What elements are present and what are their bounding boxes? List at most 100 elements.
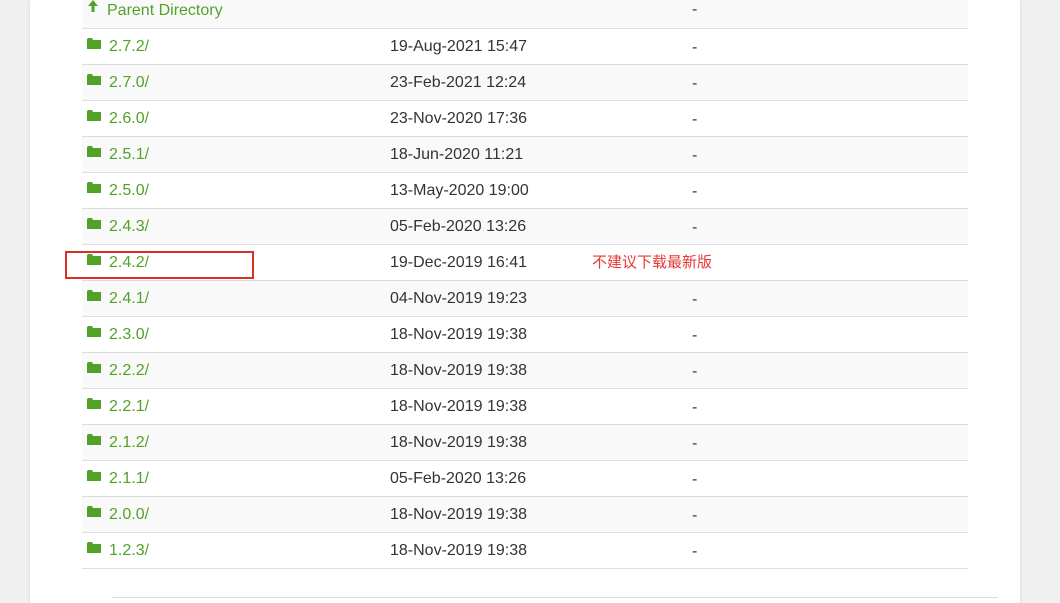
folder-link[interactable]: 2.4.1/ xyxy=(87,290,149,307)
folder-link[interactable]: 2.1.1/ xyxy=(87,470,149,487)
folder-icon xyxy=(87,315,101,350)
table-row: 2.4.1/04-Nov-2019 19:23 - xyxy=(82,281,968,317)
folder-icon xyxy=(87,423,101,458)
folder-name: 2.1.1/ xyxy=(109,470,150,487)
folder-link[interactable]: 2.4.2/ xyxy=(87,254,149,271)
folder-icon xyxy=(87,63,101,98)
folder-name-cell: 1.2.3/ xyxy=(87,533,149,568)
modified-date: 18-Nov-2019 19:38 xyxy=(390,434,527,451)
arrow-up-icon xyxy=(87,0,99,20)
table-row: 2.2.1/18-Nov-2019 19:38 - xyxy=(82,389,968,425)
folder-name-cell: 2.7.2/ xyxy=(87,29,149,64)
folder-icon xyxy=(87,135,101,170)
folder-name-cell: 2.4.2/ xyxy=(87,245,149,280)
table-row: 2.5.0/13-May-2020 19:00 - xyxy=(82,173,968,209)
folder-link[interactable]: 2.2.2/ xyxy=(87,362,149,379)
folder-icon xyxy=(87,387,101,422)
folder-name-cell: 2.4.3/ xyxy=(87,209,149,244)
folder-name-cell: 2.1.2/ xyxy=(87,425,149,460)
folder-name: 2.3.0/ xyxy=(109,326,150,343)
folder-link[interactable]: 2.6.0/ xyxy=(87,110,149,127)
folder-icon xyxy=(87,351,101,386)
folder-link[interactable]: 2.4.3/ xyxy=(87,218,149,235)
folder-icon xyxy=(87,495,101,530)
table-row: 2.1.2/18-Nov-2019 19:38 - xyxy=(82,425,968,461)
modified-date: 18-Nov-2019 19:38 xyxy=(390,506,527,523)
folder-name-cell: 2.4.1/ xyxy=(87,281,149,316)
listing-bottom-divider xyxy=(112,597,998,598)
folder-name: 2.2.2/ xyxy=(109,362,150,379)
modified-date: 13-May-2020 19:00 xyxy=(390,182,529,199)
folder-name-cell: 2.6.0/ xyxy=(87,101,149,136)
table-row: 2.6.0/23-Nov-2020 17:36 - xyxy=(82,101,968,137)
parent-directory-row: Parent Directory - xyxy=(82,0,968,29)
folder-link[interactable]: 2.7.0/ xyxy=(87,74,149,91)
parent-directory-link[interactable]: Parent Directory xyxy=(87,0,223,20)
folder-link[interactable]: 2.1.2/ xyxy=(87,434,149,451)
file-size: - xyxy=(692,75,698,92)
folder-name-cell: 2.1.1/ xyxy=(87,461,149,496)
modified-date: 18-Jun-2020 11:21 xyxy=(390,146,524,163)
file-size: - xyxy=(692,39,698,56)
file-size: - xyxy=(692,147,698,164)
modified-date: 18-Nov-2019 19:38 xyxy=(390,542,527,559)
table-row: 2.3.0/18-Nov-2019 19:38 - xyxy=(82,317,968,353)
folder-link[interactable]: 2.7.2/ xyxy=(87,38,149,55)
folder-link[interactable]: 2.2.1/ xyxy=(87,398,149,415)
file-size: - xyxy=(692,471,698,488)
table-row: 2.1.1/05-Feb-2020 13:26 - xyxy=(82,461,968,497)
file-size: - xyxy=(692,291,698,308)
folder-name-cell: 2.2.2/ xyxy=(87,353,149,388)
table-row: 2.7.0/23-Feb-2021 12:24 - xyxy=(82,65,968,101)
folder-link[interactable]: 2.5.0/ xyxy=(87,182,149,199)
folder-name: 1.2.3/ xyxy=(109,542,150,559)
folder-name: 2.7.2/ xyxy=(109,38,150,55)
table-row: 2.4.3/05-Feb-2020 13:26 - xyxy=(82,209,968,245)
folder-link[interactable]: 2.0.0/ xyxy=(87,506,149,523)
modified-date: 18-Nov-2019 19:38 xyxy=(390,326,527,343)
table-row: 2.5.1/18-Jun-2020 11:21 - xyxy=(82,137,968,173)
table-row: 2.0.0/18-Nov-2019 19:38 - xyxy=(82,497,968,533)
folder-icon xyxy=(87,27,101,62)
modified-date: 23-Nov-2020 17:36 xyxy=(390,110,527,127)
folder-name: 2.5.0/ xyxy=(109,182,150,199)
file-size: - xyxy=(692,363,698,380)
file-size: - xyxy=(692,219,698,236)
folder-name-cell: 2.2.1/ xyxy=(87,389,149,424)
parent-directory-size: - xyxy=(692,1,698,18)
modified-date: 18-Nov-2019 19:38 xyxy=(390,362,527,379)
folder-name-cell: 2.0.0/ xyxy=(87,497,149,532)
folder-icon xyxy=(87,459,101,494)
file-size: - xyxy=(692,327,698,344)
folder-name: 2.4.2/ xyxy=(109,254,150,271)
folder-link[interactable]: 2.5.1/ xyxy=(87,146,149,163)
table-row: 1.2.3/18-Nov-2019 19:38 - xyxy=(82,533,968,569)
parent-directory-label: Parent Directory xyxy=(107,2,223,20)
file-size: - xyxy=(692,543,698,560)
directory-listing: Parent Directory - 2.7.2/19-Aug-2021 15:… xyxy=(82,0,968,569)
folder-name-cell: 2.7.0/ xyxy=(87,65,149,100)
parent-directory-cell: Parent Directory xyxy=(87,0,223,22)
folder-icon xyxy=(87,243,101,278)
folder-icon xyxy=(87,171,101,206)
folder-name: 2.4.1/ xyxy=(109,290,150,307)
folder-icon xyxy=(87,207,101,242)
modified-date: 05-Feb-2020 13:26 xyxy=(390,218,527,235)
modified-date: 19-Aug-2021 15:47 xyxy=(390,38,527,55)
folder-name: 2.5.1/ xyxy=(109,146,150,163)
folder-name: 2.6.0/ xyxy=(109,110,150,127)
file-size: - xyxy=(692,507,698,524)
table-row: 2.7.2/19-Aug-2021 15:47 - xyxy=(82,29,968,65)
modified-date: 05-Feb-2020 13:26 xyxy=(390,470,527,487)
folder-name-cell: 2.3.0/ xyxy=(87,317,149,352)
folder-name: 2.1.2/ xyxy=(109,434,150,451)
modified-date: 23-Feb-2021 12:24 xyxy=(390,74,527,91)
file-size: - xyxy=(692,399,698,416)
listing-rows: 2.7.2/19-Aug-2021 15:47-2.7.0/23-Feb-202… xyxy=(82,29,968,569)
folder-name-cell: 2.5.0/ xyxy=(87,173,149,208)
warning-annotation: 不建议下载最新版 xyxy=(592,254,713,271)
folder-link[interactable]: 1.2.3/ xyxy=(87,542,149,559)
folder-link[interactable]: 2.3.0/ xyxy=(87,326,149,343)
table-row: 2.2.2/18-Nov-2019 19:38 - xyxy=(82,353,968,389)
file-size: - xyxy=(692,435,698,452)
